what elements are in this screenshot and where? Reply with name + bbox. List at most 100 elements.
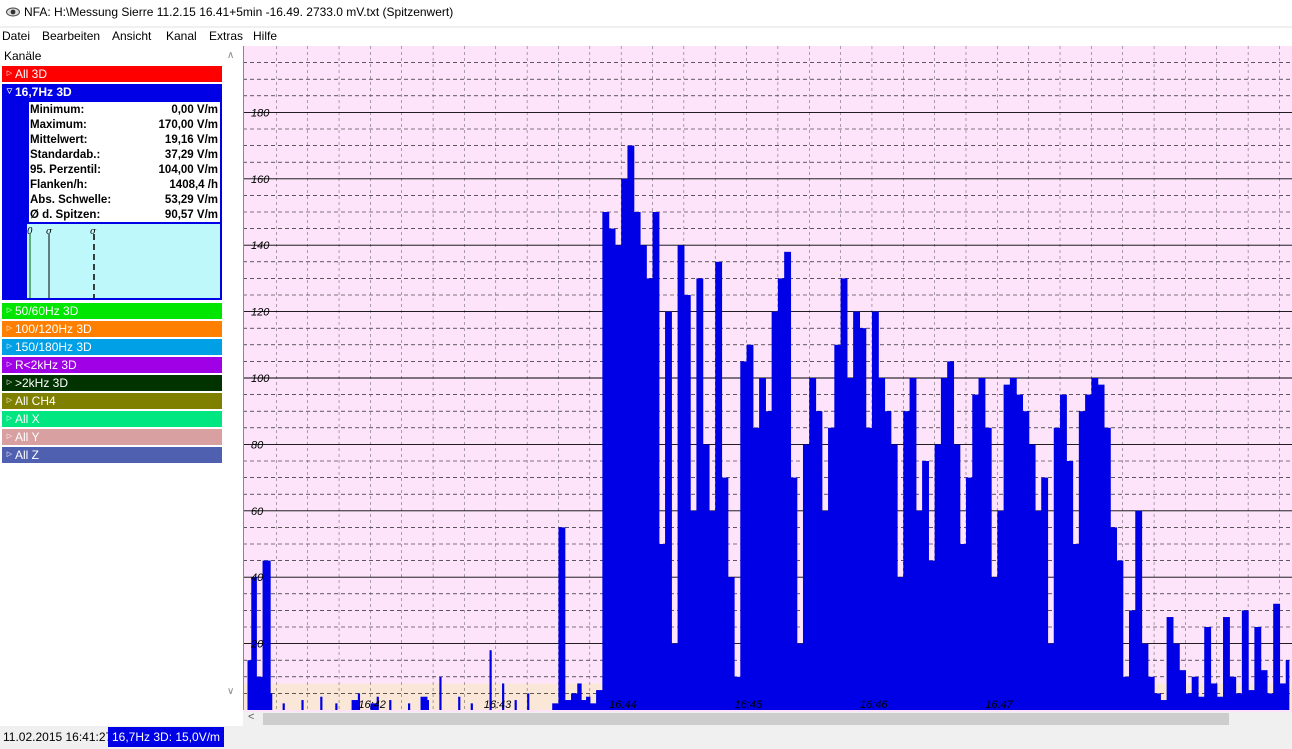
channel-all-3d[interactable]: ▷ All 3D (2, 66, 222, 82)
data-bar (389, 700, 392, 710)
data-bar (846, 378, 854, 710)
channel-scrollbar[interactable]: ∧ ∨ (224, 46, 242, 726)
data-bar (1185, 693, 1193, 710)
data-bar (1028, 444, 1036, 710)
data-bar (552, 703, 560, 710)
data-bar (859, 328, 867, 710)
channel-all-y[interactable]: ▷ All Y (2, 429, 222, 445)
data-bar (828, 427, 835, 710)
data-bar (909, 378, 917, 710)
data-bar (1078, 411, 1086, 710)
window-title: NFA: H:\Messung Sierre 11.2.15 16.41+5mi… (24, 5, 454, 19)
status-timestamp: 11.02.2015 16:41:27 (3, 730, 113, 744)
expand-arrow-icon[interactable]: ▷ (4, 447, 15, 463)
menu-hilfe[interactable]: Hilfe (253, 29, 277, 43)
data-bar (658, 544, 666, 710)
data-bar (677, 245, 685, 710)
data-bar (683, 295, 691, 710)
expand-arrow-icon[interactable]: ▷ (4, 357, 15, 373)
expand-arrow-icon[interactable]: ▷ (4, 393, 15, 409)
data-bar (765, 411, 773, 710)
scroll-left-icon[interactable]: < (248, 711, 254, 723)
data-bar (1235, 693, 1243, 710)
expand-arrow-icon[interactable]: ▷ (4, 411, 15, 427)
data-bar (621, 178, 629, 711)
chart-area[interactable]: 20 40 60 80 100 120 140 160 180 16:42 16:43 16:44 16… (243, 46, 1292, 712)
data-bar (1097, 384, 1105, 710)
data-bar (602, 212, 610, 710)
channel-150-180hz-3d[interactable]: ▷ 150/180Hz 3D (2, 339, 222, 355)
data-bar (1072, 544, 1080, 710)
x-tick-label: 16:45 (735, 699, 763, 711)
channel-50-60hz-3d[interactable]: ▷ 50/60Hz 3D (2, 303, 222, 319)
data-bar (972, 394, 980, 710)
channel-all-x[interactable]: ▷ All X (2, 411, 222, 427)
data-bar (408, 703, 411, 710)
data-bar (984, 427, 992, 710)
y-tick-label: 60 (251, 506, 264, 518)
menu-bearbeiten[interactable]: Bearbeiten (42, 29, 100, 43)
data-bar (790, 477, 798, 710)
data-bar (740, 361, 748, 710)
data-bar (282, 703, 285, 710)
expand-arrow-icon[interactable]: ▷ (4, 339, 15, 355)
histogram-label: 0 (27, 227, 33, 237)
stat-row: Minimum: 0,00 V/m (30, 103, 218, 118)
scroll-down-icon[interactable]: ∨ (227, 686, 234, 697)
channel-label: All 3D (15, 67, 48, 81)
data-bar (335, 703, 338, 710)
scroll-up-icon[interactable]: ∧ (227, 50, 234, 61)
channel-r-2khz-3d[interactable]: ▷ R<2kHz 3D (2, 357, 222, 373)
collapse-arrow-icon[interactable]: ▽ (4, 84, 15, 100)
channel-label: >2kHz 3D (15, 376, 69, 390)
data-bar (1110, 527, 1118, 710)
channel-all-ch4[interactable]: ▷ All CH4 (2, 393, 222, 409)
menu-kanal[interactable]: Kanal (166, 29, 197, 43)
x-tick-label: 16:43 (484, 699, 512, 711)
data-bar (558, 527, 566, 710)
data-bar (639, 245, 647, 710)
data-bar (1116, 560, 1124, 710)
data-bar (1172, 643, 1180, 710)
channel-100-120hz-3d[interactable]: ▷ 100/120Hz 3D (2, 321, 222, 337)
data-bar (1241, 610, 1249, 710)
data-bar (1216, 696, 1224, 710)
y-tick-label: 20 (250, 639, 264, 651)
data-bar (1016, 394, 1024, 710)
data-bar (1279, 683, 1287, 710)
data-bar (608, 228, 616, 710)
stat-row: Mittelwert: 19,16 V/m (30, 133, 218, 148)
channel-label: 150/180Hz 3D (15, 340, 92, 354)
stat-label: 95. Perzentil: (30, 164, 101, 176)
stat-row: Flanken/h: 1408,4 /h (30, 178, 218, 193)
expand-arrow-icon[interactable]: ▷ (4, 375, 15, 391)
data-bar (571, 693, 578, 710)
data-bar (256, 676, 264, 710)
channel-all-z[interactable]: ▷ All Z (2, 447, 222, 463)
expand-arrow-icon[interactable]: ▷ (4, 66, 15, 82)
menu-datei[interactable]: Datei (2, 29, 30, 43)
time-scrollbar[interactable]: < (243, 711, 1292, 726)
expand-arrow-icon[interactable]: ▷ (4, 429, 15, 445)
data-bar (514, 700, 517, 710)
scroll-track[interactable] (263, 713, 1229, 725)
menu-bar: Datei Bearbeiten Ansicht Kanal Extras Hi… (0, 28, 1292, 46)
stat-value: 37,29 V/m (164, 149, 218, 161)
stat-value: 170,00 V/m (158, 119, 218, 131)
data-bar (665, 311, 672, 710)
expand-arrow-icon[interactable]: ▷ (4, 303, 15, 319)
channel-gt-2khz-3d[interactable]: ▷ >2kHz 3D (2, 375, 222, 391)
data-bar (1141, 643, 1149, 710)
data-bar (715, 261, 723, 710)
menu-ansicht[interactable]: Ansicht (112, 29, 151, 43)
status-channel-value: 16,7Hz 3D: 15,0V/m (108, 727, 225, 747)
data-bar (903, 411, 911, 710)
y-tick-label: 140 (251, 240, 270, 252)
data-bar (809, 378, 817, 710)
menu-extras[interactable]: Extras (209, 29, 243, 43)
channel-16-7hz-3d[interactable]: ▽ 16,7Hz 3D (2, 84, 222, 100)
data-bar (965, 477, 973, 710)
expand-arrow-icon[interactable]: ▷ (4, 321, 15, 337)
channel-label: 16,7Hz 3D (15, 85, 72, 99)
chart-svg: 20 40 60 80 100 120 140 160 180 16:42 16:43 16:44 16… (243, 46, 1292, 712)
